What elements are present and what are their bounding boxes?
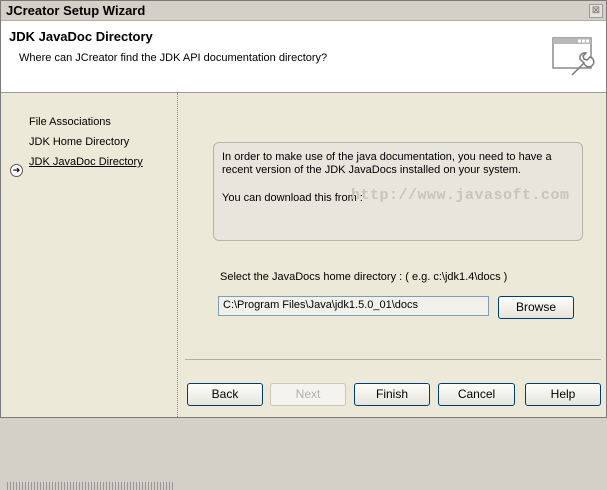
browse-button[interactable]: Browse [498, 296, 574, 319]
step-file-associations[interactable]: File Associations [29, 116, 111, 128]
help-button[interactable]: Help [525, 383, 601, 406]
window-title: JCreator Setup Wizard [6, 3, 146, 18]
back-button[interactable]: Back [187, 383, 263, 406]
download-label: You can download this from : [222, 192, 363, 204]
step-jdk-home-directory[interactable]: JDK Home Directory [29, 136, 129, 148]
close-icon[interactable]: ⊠ [589, 4, 603, 18]
wizard-header: JDK JavaDoc Directory Where can JCreator… [1, 21, 606, 93]
title-bar[interactable]: JCreator Setup Wizard ⊠ [1, 1, 606, 21]
steps-sidebar: File Associations JDK Home Directory JDK… [1, 93, 178, 490]
directory-label: Select the JavaDocs home directory : ( e… [220, 271, 508, 283]
cancel-button[interactable]: Cancel [438, 383, 515, 406]
next-button[interactable]: Next [270, 383, 346, 406]
download-link[interactable]: http://www.javasoft.com [351, 187, 570, 204]
page-subtitle: Where can JCreator find the JDK API docu… [19, 52, 328, 64]
info-panel: In order to make use of the java documen… [213, 142, 583, 241]
setup-wizard-window: JCreator Setup Wizard ⊠ JDK JavaDoc Dire… [0, 0, 607, 490]
step-jdk-javadoc-directory[interactable]: JDK JavaDoc Directory [29, 156, 143, 168]
button-separator [185, 359, 601, 360]
javadoc-directory-field[interactable]: C:\Program Files\Java\jdk1.5.0_01\docs [218, 296, 489, 316]
page-title: JDK JavaDoc Directory [9, 29, 153, 44]
resize-grip [7, 482, 173, 490]
info-text: In order to make use of the java documen… [222, 151, 552, 176]
window-wrench-icon [552, 37, 595, 76]
current-step-arrow-icon: ➔ [10, 164, 23, 177]
finish-button[interactable]: Finish [354, 383, 430, 406]
